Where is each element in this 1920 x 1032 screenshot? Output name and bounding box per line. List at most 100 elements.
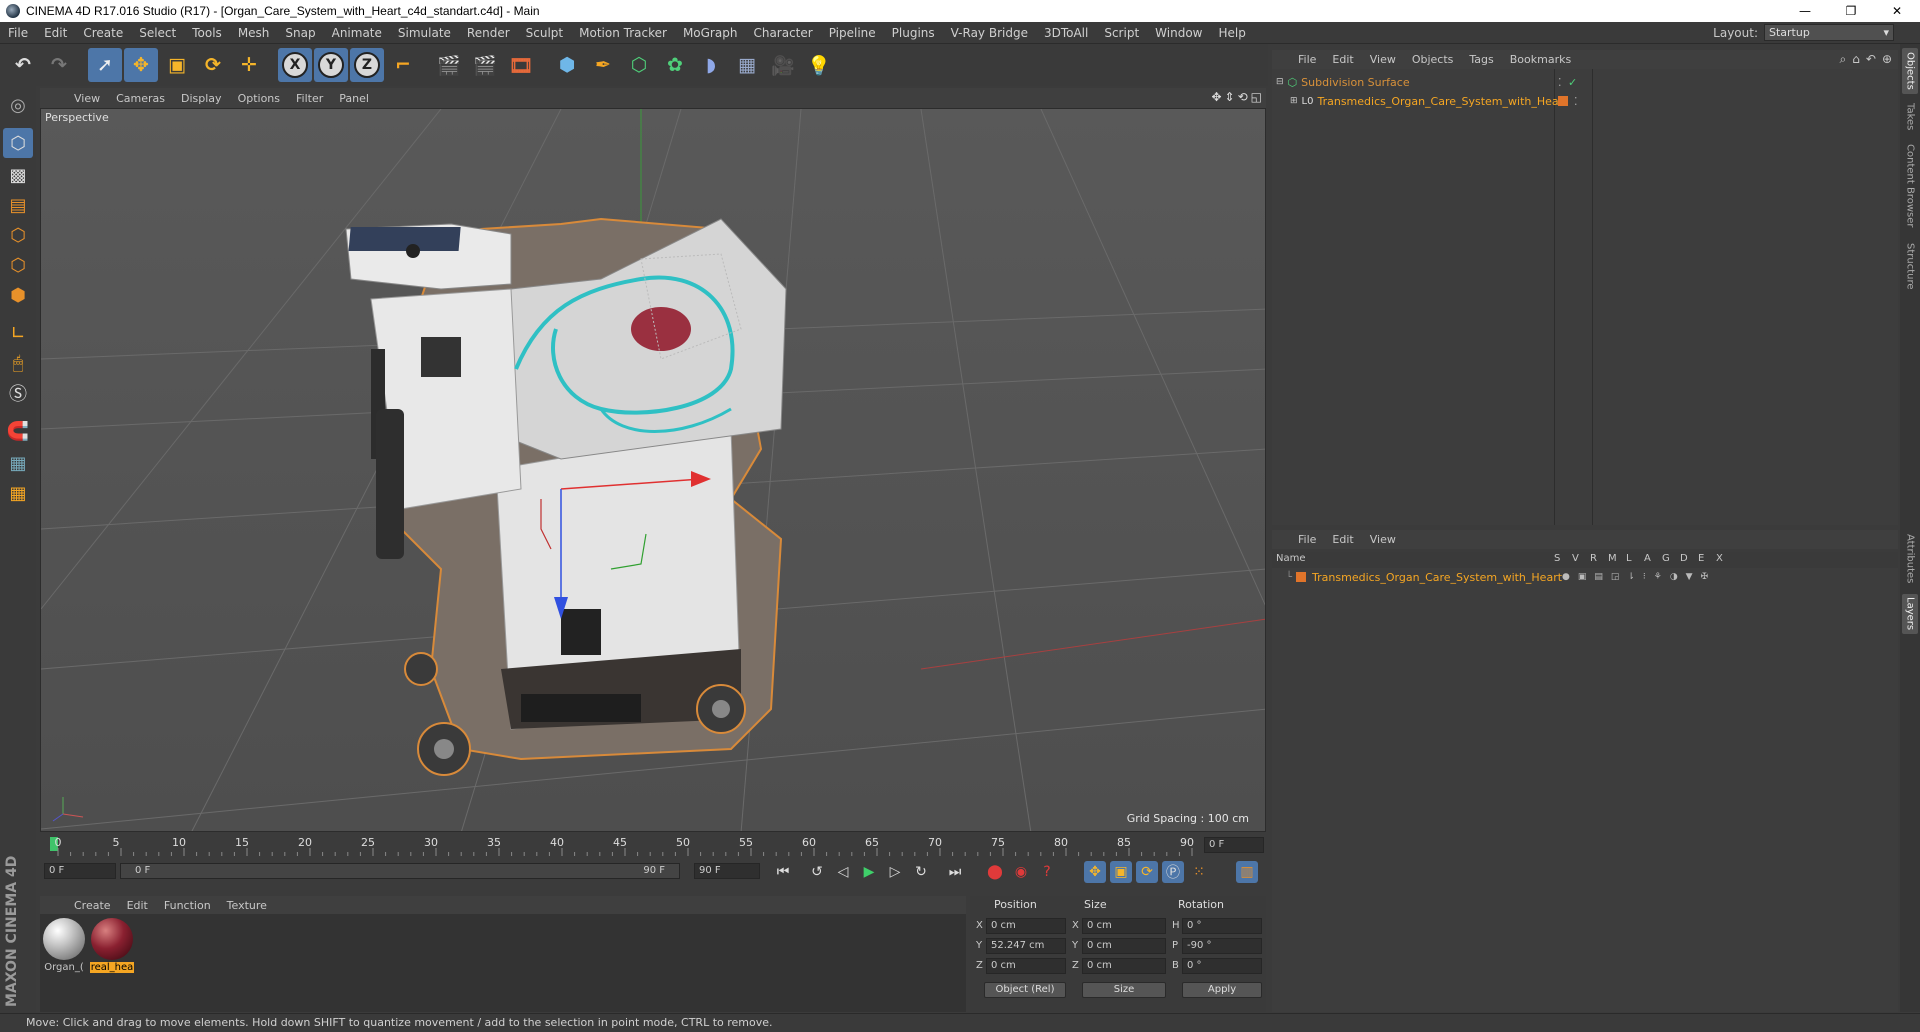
floor-scene-icon[interactable]: ▦: [730, 48, 764, 82]
texture-mode-icon[interactable]: ▩: [3, 160, 33, 190]
render-picture-viewer-icon[interactable]: 🎬: [468, 48, 502, 82]
key-scale-icon[interactable]: ▣: [1110, 861, 1132, 883]
layer-flag-icons[interactable]: ●▣▤◲⇂⁝⚘◑▼✠: [1562, 572, 1716, 582]
cube-primitive-icon[interactable]: ⬢: [550, 48, 584, 82]
next-frame-icon[interactable]: ▷: [884, 861, 906, 883]
object-row-organ-care-system[interactable]: ⊞ L0 Transmedics_Organ_Care_System_with_…: [1272, 92, 1898, 110]
redo-icon[interactable]: ↷: [42, 48, 76, 82]
minimize-button[interactable]: —: [1782, 0, 1828, 22]
light-icon[interactable]: 💡: [802, 48, 836, 82]
menu-vray-bridge[interactable]: V-Ray Bridge: [943, 26, 1036, 40]
go-to-start-icon[interactable]: ⏮: [772, 861, 794, 883]
position-x-field[interactable]: 0 cm: [986, 918, 1066, 934]
3d-viewport[interactable]: Perspective Grid Spacing : 100 cm: [40, 108, 1266, 832]
render-view-icon[interactable]: 🎬: [432, 48, 466, 82]
size-x-field[interactable]: 0 cm: [1082, 918, 1166, 934]
collapse-icon[interactable]: ⊟: [1276, 77, 1284, 87]
menu-plugins[interactable]: Plugins: [884, 26, 943, 40]
close-button[interactable]: ✕: [1874, 0, 1920, 22]
menu-tools[interactable]: Tools: [184, 26, 230, 40]
render-settings-icon[interactable]: 🎞: [504, 48, 538, 82]
material-menu-texture[interactable]: Texture: [219, 899, 275, 912]
menu-render[interactable]: Render: [459, 26, 518, 40]
make-editable-icon[interactable]: ◎: [3, 90, 33, 120]
live-selection-icon[interactable]: ➚: [88, 48, 122, 82]
om-menu-file[interactable]: File: [1290, 53, 1324, 66]
viewport-layout-icon[interactable]: ◱: [1251, 90, 1262, 104]
position-y-field[interactable]: 52.247 cm: [986, 938, 1066, 954]
viewport-menu-cameras[interactable]: Cameras: [108, 92, 173, 105]
key-position-icon[interactable]: ✥: [1084, 861, 1106, 883]
keyframe-selection-icon[interactable]: ?: [1036, 861, 1058, 883]
axis-mode-icon[interactable]: ∟: [3, 318, 33, 348]
viewport-menu-panel[interactable]: Panel: [331, 92, 377, 105]
menu-pipeline[interactable]: Pipeline: [821, 26, 884, 40]
menu-motion-tracker[interactable]: Motion Tracker: [571, 26, 675, 40]
lm-menu-edit[interactable]: Edit: [1324, 533, 1361, 546]
tab-content-browser[interactable]: Content Browser: [1902, 140, 1918, 232]
start-frame-field[interactable]: 0 F: [44, 863, 116, 879]
coordinate-system-icon[interactable]: ⌐: [386, 48, 420, 82]
move-tool-icon[interactable]: ✥: [124, 48, 158, 82]
layer-color-swatch[interactable]: [1558, 96, 1568, 106]
layout-select[interactable]: Startup: [1764, 24, 1894, 41]
end-frame-field[interactable]: 90 F: [694, 863, 760, 879]
menu-sculpt[interactable]: Sculpt: [518, 26, 571, 40]
menu-animate[interactable]: Animate: [324, 26, 390, 40]
menu-script[interactable]: Script: [1096, 26, 1147, 40]
position-z-field[interactable]: 0 cm: [986, 958, 1066, 974]
menu-create[interactable]: Create: [75, 26, 131, 40]
z-axis-lock-icon[interactable]: Z: [350, 48, 384, 82]
rotate-tool-icon[interactable]: ⟳: [196, 48, 230, 82]
snap-icon[interactable]: Ⓢ: [3, 378, 33, 408]
autokeying-icon[interactable]: ◉: [1010, 861, 1032, 883]
subdivision-surface-icon[interactable]: ⬡: [622, 48, 656, 82]
menu-window[interactable]: Window: [1147, 26, 1210, 40]
model-mode-icon[interactable]: ⬡: [3, 128, 33, 158]
visibility-dots-icon[interactable]: ⁚: [1574, 95, 1578, 108]
timeline-ruler[interactable]: 0 5 10 15 20 25 30 35 40 45 50 55 60 65 …: [40, 834, 1266, 856]
edges-mode-icon[interactable]: ⬡: [3, 250, 33, 280]
x-axis-lock-icon[interactable]: X: [278, 48, 312, 82]
object-row-subdivision[interactable]: ⊟ ⬡ Subdivision Surface ⁚ ✓: [1272, 73, 1898, 91]
coordinate-mode-dropdown[interactable]: Object (Rel): [984, 982, 1066, 998]
viewport-menu-view[interactable]: View: [66, 92, 108, 105]
lm-menu-view[interactable]: View: [1362, 533, 1404, 546]
key-rotation-icon[interactable]: ⟳: [1136, 861, 1158, 883]
preview-range-slider[interactable]: 0 F 90 F: [120, 863, 680, 879]
layer-color-swatch[interactable]: [1296, 572, 1307, 582]
points-mode-icon[interactable]: ⬡: [3, 220, 33, 250]
viewport-menu-filter[interactable]: Filter: [288, 92, 331, 105]
back-icon[interactable]: ↶: [1866, 52, 1876, 67]
key-pla-icon[interactable]: ⁙: [1188, 861, 1210, 883]
undo-icon[interactable]: ↶: [6, 48, 40, 82]
organ-care-cart-model[interactable]: [345, 217, 787, 776]
rotation-p-field[interactable]: -90 °: [1182, 938, 1262, 954]
expand-icon[interactable]: ⊞: [1290, 96, 1298, 106]
menu-edit[interactable]: Edit: [36, 26, 75, 40]
material-menu-edit[interactable]: Edit: [119, 899, 156, 912]
array-mograph-icon[interactable]: ✿: [658, 48, 692, 82]
lm-menu-file[interactable]: File: [1290, 533, 1324, 546]
viewport-menu-display[interactable]: Display: [173, 92, 230, 105]
om-menu-tags[interactable]: Tags: [1461, 53, 1501, 66]
workplane-mode-icon[interactable]: ▤: [3, 190, 33, 220]
rotation-b-field[interactable]: 0 °: [1182, 958, 1262, 974]
size-z-field[interactable]: 0 cm: [1082, 958, 1166, 974]
layer-row[interactable]: └ Transmedics_Organ_Care_System_with_Hea…: [1272, 568, 1898, 586]
material-swatch-selected[interactable]: real_hea: [90, 918, 134, 973]
key-parameter-icon[interactable]: Ⓟ: [1162, 861, 1184, 883]
scale-tool-icon[interactable]: ▣: [160, 48, 194, 82]
polygons-mode-icon[interactable]: ⬢: [3, 280, 33, 310]
tab-takes[interactable]: Takes: [1902, 100, 1918, 134]
om-menu-objects[interactable]: Objects: [1404, 53, 1462, 66]
viewport-zoom-icon[interactable]: ⇕: [1225, 90, 1235, 104]
menu-character[interactable]: Character: [745, 26, 820, 40]
previous-frame-icon[interactable]: ◁: [832, 861, 854, 883]
viewport-pan-icon[interactable]: ✥: [1211, 90, 1221, 104]
enabled-check-icon[interactable]: ✓: [1568, 76, 1577, 89]
rotation-h-field[interactable]: 0 °: [1182, 918, 1262, 934]
maximize-button[interactable]: ❐: [1828, 0, 1874, 22]
play-forward-icon[interactable]: ▶: [858, 861, 880, 883]
home-icon[interactable]: ⌂: [1852, 52, 1860, 67]
